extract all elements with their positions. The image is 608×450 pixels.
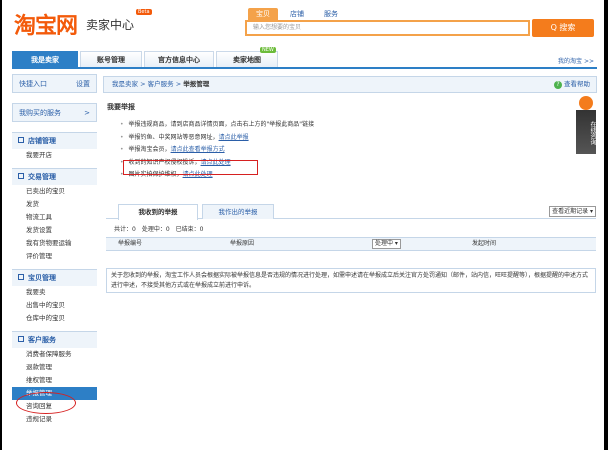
quick-entry-label: 快捷入口 xyxy=(19,80,47,88)
section-title: 客户服务 xyxy=(28,336,56,344)
sidebar-item-ship[interactable]: 发货 xyxy=(12,198,97,211)
sidebar-item-open-shop[interactable]: 我要开店 xyxy=(12,149,97,162)
sidebar-item-cargo[interactable]: 我有货物要运输 xyxy=(12,237,97,250)
table-header: 举报编号 举报原因 处理中 ▾ 发起时间 xyxy=(106,237,596,251)
cs-label: 在线咨询 xyxy=(576,110,596,154)
breadcrumb: 我是卖家 > 客户服务 > 举报管理 ? 查看帮助 xyxy=(103,76,597,93)
help-label: 查看帮助 xyxy=(564,80,590,88)
sidebar-item-reviews[interactable]: 评价管理 xyxy=(12,250,97,263)
report-site-link[interactable]: 请点此举报 xyxy=(219,134,249,141)
section-title: 店铺管理 xyxy=(28,137,56,145)
sidebar-section-head-trade[interactable]: 交易管理 xyxy=(12,168,97,185)
nav-tab-seller[interactable]: 我是卖家 xyxy=(12,51,78,67)
report-notice: 关于您收到的举报，淘宝工作人员会根据实际被举报信息是否违规的情况进行处理，如需申… xyxy=(106,268,596,293)
taobao-logo[interactable]: 淘宝网 xyxy=(14,8,78,40)
sidebar-item-warehouse[interactable]: 仓库中的宝贝 xyxy=(12,312,97,325)
quick-entry-settings[interactable]: 设置 xyxy=(76,75,90,94)
sidebar-section-items: 宝贝管理 我要卖 出售中的宝贝 仓库中的宝贝 xyxy=(12,269,97,325)
bullet-text: 举报钓鱼、中奖网站等恶意网址， xyxy=(128,133,219,141)
sidebar-item-sell[interactable]: 我要卖 xyxy=(12,286,97,299)
help-link[interactable]: ? 查看帮助 xyxy=(554,77,590,92)
nav-tab-account[interactable]: 账号管理 xyxy=(80,51,142,67)
report-member-link[interactable]: 请点此查看举报方式 xyxy=(171,146,225,153)
breadcrumb-separator: > xyxy=(140,80,146,88)
highlight-box xyxy=(123,160,258,175)
breadcrumb-current: 举报管理 xyxy=(183,80,210,88)
bullet-text: 举报淘宝会员， xyxy=(128,146,171,153)
search-tab-services[interactable]: 服务 xyxy=(316,8,346,20)
sidebar-item-on-sale[interactable]: 出售中的宝贝 xyxy=(12,299,97,312)
chevron-right-icon: > xyxy=(84,109,90,117)
sidebar-section-head-shop[interactable]: 店铺管理 xyxy=(12,132,97,149)
main-nav: 我是卖家 账号管理 官方信息中心 卖家地图 xyxy=(12,51,597,69)
nav-tab-official-info[interactable]: 官方信息中心 xyxy=(144,51,214,67)
collapse-icon xyxy=(18,336,24,342)
online-consult-widget[interactable]: 在线咨询 xyxy=(572,96,600,160)
section-title: 宝贝管理 xyxy=(28,274,56,282)
collapse-icon xyxy=(18,173,24,179)
my-services-label: 我购买的服务 xyxy=(19,109,61,117)
search-input[interactable]: 输入您想要的宝贝 xyxy=(245,20,530,36)
sidebar-item-logistics[interactable]: 物流工具 xyxy=(12,211,97,224)
report-tabs: 我收到的举报 我作出的举报 查看近期记录 ▾ xyxy=(106,204,596,220)
col-report-id: 举报编号 xyxy=(118,240,143,247)
list-item: 举报钓鱼、中奖网站等恶意网址，请点此举报 xyxy=(120,132,314,145)
search-button[interactable]: Q 搜索 xyxy=(532,19,594,37)
sidebar-item-ship-settings[interactable]: 发货设置 xyxy=(12,224,97,237)
search-tabs: 宝贝 店铺 服务 xyxy=(248,8,346,20)
recent-records-select[interactable]: 查看近期记录 ▾ xyxy=(549,206,596,217)
collapse-icon xyxy=(18,137,24,143)
search-tab-shops[interactable]: 店铺 xyxy=(282,8,312,20)
col-report-reason: 举报原因 xyxy=(230,240,255,247)
cs-avatar-icon xyxy=(579,96,593,110)
seller-center-title: 卖家中心 xyxy=(86,18,135,32)
sidebar: 快捷入口 设置 我购买的服务 > 店铺管理 我要开店 交易管理 已卖出的宝贝 发… xyxy=(12,74,97,426)
breadcrumb-separator: > xyxy=(175,80,182,88)
sidebar-section-shop: 店铺管理 我要开店 xyxy=(12,132,97,162)
nav-tab-seller-map[interactable]: 卖家地图 xyxy=(216,51,278,67)
sidebar-item-violations[interactable]: 违规记录 xyxy=(12,413,97,426)
tab-received-reports[interactable]: 我收到的举报 xyxy=(118,204,198,220)
my-services[interactable]: 我购买的服务 > xyxy=(12,103,97,122)
sidebar-item-refunds[interactable]: 退款管理 xyxy=(12,361,97,374)
panel-title: 我要举报 xyxy=(107,103,135,111)
new-badge: NEW xyxy=(260,47,276,53)
help-icon: ? xyxy=(554,81,562,89)
sidebar-section-trade: 交易管理 已卖出的宝贝 发货 物流工具 发货设置 我有货物要运输 评价管理 xyxy=(12,168,97,263)
sidebar-item-rights[interactable]: 维权管理 xyxy=(12,374,97,387)
search-tab-items[interactable]: 宝贝 xyxy=(248,8,278,20)
my-taobao-link[interactable]: 我的淘宝 >> xyxy=(558,56,594,65)
bullet-text: 举报违规商品，请到店商品详情页面，点击右上方的"举报此商品"链接 xyxy=(128,121,315,128)
quick-entry: 快捷入口 设置 xyxy=(12,74,97,93)
breadcrumb-seller[interactable]: 我是卖家 xyxy=(112,80,138,88)
highlight-oval xyxy=(16,392,76,414)
status-filter-select[interactable]: 处理中 ▾ xyxy=(372,239,401,249)
sidebar-section-head-items[interactable]: 宝贝管理 xyxy=(12,269,97,286)
col-start-time: 发起时间 xyxy=(472,240,497,247)
section-title: 交易管理 xyxy=(28,173,56,181)
breadcrumb-service[interactable]: 客户服务 xyxy=(148,80,174,88)
screen: 淘宝网 卖家中心 Beta 宝贝 店铺 服务 输入您想要的宝贝 Q 搜索 我是卖… xyxy=(2,0,604,450)
collapse-icon xyxy=(18,274,24,280)
list-item: 举报淘宝会员，请点此查看举报方式 xyxy=(120,144,314,157)
report-counts: 共计：0 处理中：0 已结束：0 xyxy=(114,226,204,233)
list-item: 举报违规商品，请到店商品详情页面，点击右上方的"举报此商品"链接 xyxy=(120,119,315,132)
tab-made-reports[interactable]: 我作出的举报 xyxy=(202,204,274,219)
beta-badge: Beta xyxy=(136,9,152,15)
sidebar-item-sold[interactable]: 已卖出的宝贝 xyxy=(12,185,97,198)
sidebar-section-head-service[interactable]: 客户服务 xyxy=(12,331,97,348)
sidebar-item-consumer-protection[interactable]: 消费者保障服务 xyxy=(12,348,97,361)
